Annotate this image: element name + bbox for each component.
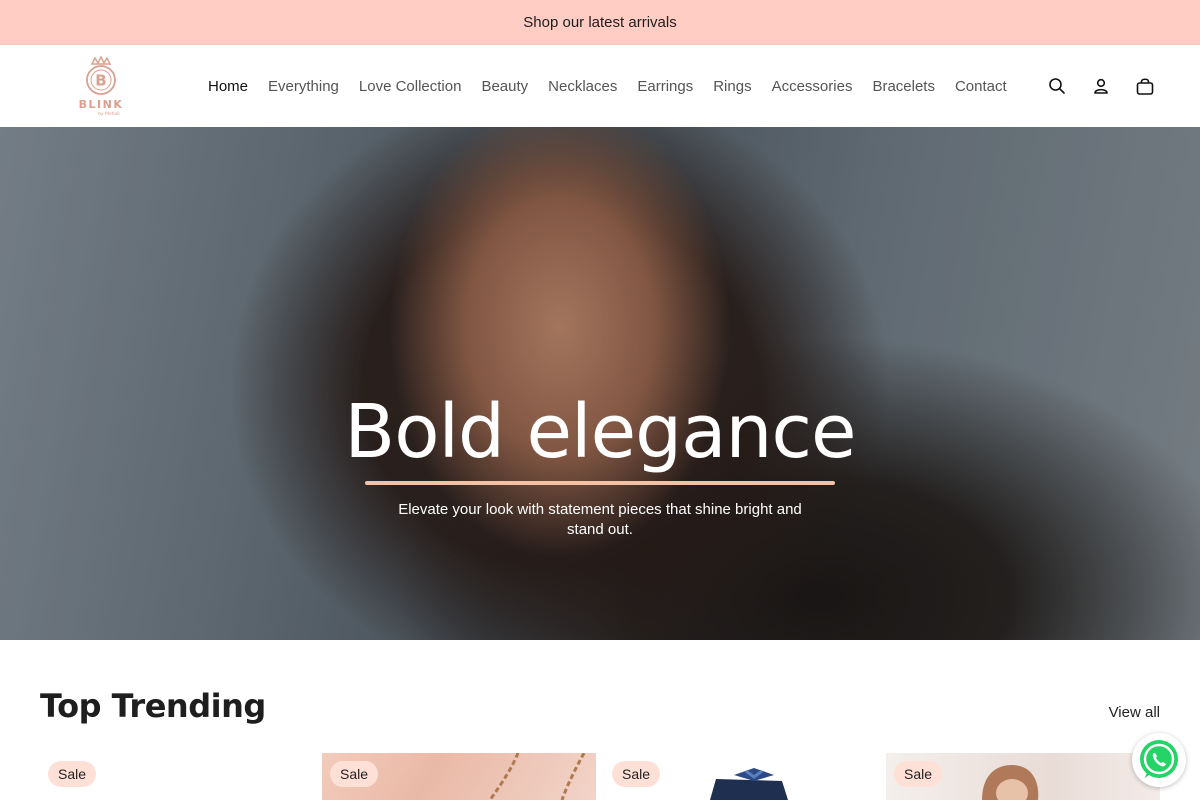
sale-badge: Sale xyxy=(894,761,943,787)
nav-love-collection[interactable]: Love Collection xyxy=(349,78,472,95)
product-card[interactable]: Sale xyxy=(40,753,314,800)
hero-banner: Bold elegance Elevate your look with sta… xyxy=(0,127,1200,640)
site-header: B BLINK by Mehak Home Everything Love Co… xyxy=(0,45,1200,127)
account-icon xyxy=(1094,78,1108,94)
nav-accessories[interactable]: Accessories xyxy=(762,78,863,95)
whatsapp-button[interactable] xyxy=(1132,733,1186,787)
product-card[interactable]: Sale xyxy=(322,753,596,800)
nav-everything[interactable]: Everything xyxy=(258,78,349,95)
search-button[interactable] xyxy=(1042,71,1072,101)
announcement-text[interactable]: Shop our latest arrivals xyxy=(523,14,676,31)
view-all-link[interactable]: View all xyxy=(1109,704,1160,721)
nav-earrings[interactable]: Earrings xyxy=(627,78,703,95)
product-card[interactable]: Sale xyxy=(604,753,878,800)
svg-text:B: B xyxy=(95,72,106,90)
search-icon xyxy=(1049,78,1065,94)
product-grid: Sale Sale Sale Sale xyxy=(40,753,1160,800)
announcement-bar: Shop our latest arrivals xyxy=(0,0,1200,45)
account-button[interactable] xyxy=(1086,71,1116,101)
nav-bracelets[interactable]: Bracelets xyxy=(862,78,945,95)
sale-badge: Sale xyxy=(330,761,379,787)
nav-contact[interactable]: Contact xyxy=(945,78,1017,95)
nav-necklaces[interactable]: Necklaces xyxy=(538,78,627,95)
hero-subtitle: Elevate your look with statement pieces … xyxy=(398,501,802,538)
cart-button[interactable] xyxy=(1130,71,1160,101)
nav-rings[interactable]: Rings xyxy=(703,78,761,95)
sale-badge: Sale xyxy=(612,761,661,787)
svg-text:BLINK: BLINK xyxy=(79,98,124,111)
nav-home[interactable]: Home xyxy=(198,78,258,95)
logo[interactable]: B BLINK by Mehak xyxy=(76,55,126,117)
nav-beauty[interactable]: Beauty xyxy=(471,78,538,95)
whatsapp-icon xyxy=(1140,740,1178,778)
hero-divider xyxy=(365,481,835,485)
cart-icon xyxy=(1136,78,1154,95)
hero-title: Bold elegance xyxy=(344,389,856,475)
main-nav: Home Everything Love Collection Beauty N… xyxy=(198,45,1017,127)
header-icons xyxy=(1042,45,1160,127)
logo-icon: B BLINK by Mehak xyxy=(79,55,124,117)
product-card[interactable]: Sale xyxy=(886,753,1160,800)
section-title: Top Trending xyxy=(40,687,266,725)
svg-text:by Mehak: by Mehak xyxy=(98,111,120,117)
sale-badge: Sale xyxy=(48,761,97,787)
